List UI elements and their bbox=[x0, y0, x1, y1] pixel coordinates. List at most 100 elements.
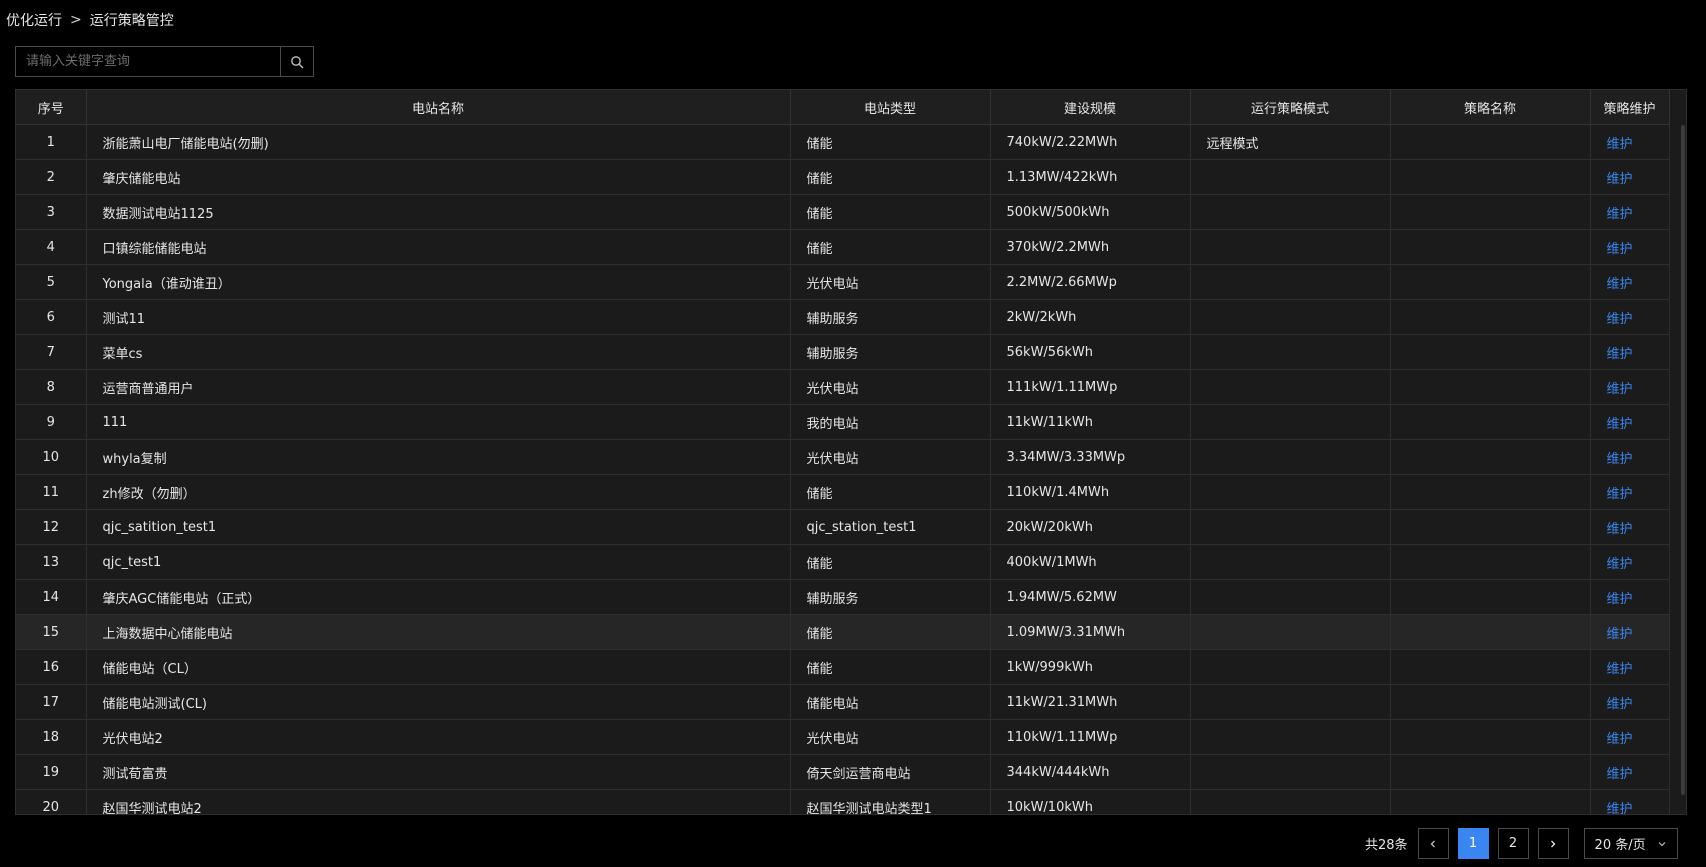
maintain-link[interactable]: 维护 bbox=[1607, 242, 1633, 257]
page-size-select[interactable]: 20 条/页 bbox=[1583, 828, 1678, 859]
table-cell-policy-name bbox=[1390, 404, 1591, 440]
table-cell-policy-name bbox=[1390, 474, 1591, 510]
maintain-link[interactable]: 维护 bbox=[1607, 382, 1633, 397]
table-cell-policy-name bbox=[1390, 439, 1591, 475]
breadcrumb-root[interactable]: 优化运行 bbox=[6, 10, 62, 30]
table-cell-station-name: whyla复制 bbox=[86, 439, 791, 475]
table-cell-station-name: qjc_test1 bbox=[86, 544, 791, 580]
chevron-right-icon bbox=[1551, 840, 1556, 847]
chevron-left-icon bbox=[1430, 840, 1436, 847]
table-cell-strategy-mode: 远程模式 bbox=[1190, 124, 1391, 160]
table-scrollbar[interactable] bbox=[1681, 125, 1685, 795]
table-cell-maintain-link: 维护 bbox=[1590, 614, 1670, 650]
maintain-link[interactable]: 维护 bbox=[1607, 522, 1633, 537]
table-cell-strategy-mode bbox=[1190, 649, 1391, 685]
table-cell-row-index: 5 bbox=[16, 264, 87, 300]
table-row[interactable]: 12 qjc_satition_test1 qjc_station_test1 20k… bbox=[16, 509, 1670, 545]
search-button[interactable] bbox=[280, 47, 313, 76]
table-row[interactable]: 6 测试11 辅助服务 2kW/2kWh 维护 bbox=[16, 299, 1670, 335]
maintain-link[interactable]: 维护 bbox=[1607, 312, 1633, 327]
table-row[interactable]: 3 数据测试电站1125 储能 500kW/500kWh 维护 bbox=[16, 194, 1670, 230]
page-button-2[interactable]: 2 bbox=[1497, 828, 1529, 859]
table-cell-station-type: 光伏电站 bbox=[790, 264, 991, 300]
table-cell-station-type: 赵国华测试电站类型1 bbox=[790, 789, 991, 814]
table-row[interactable]: 14 肇庆AGC储能电站（正式） 辅助服务 1.94MW/5.62MW 维护 bbox=[16, 579, 1670, 615]
table-row[interactable]: 10 whyla复制 光伏电站 3.34MW/3.33MWp 维护 bbox=[16, 439, 1670, 475]
table-cell-strategy-mode bbox=[1190, 159, 1391, 195]
table-cell-strategy-mode bbox=[1190, 719, 1391, 755]
header-scale: 建设规模 bbox=[990, 90, 1191, 125]
table-cell-station-name: 运营商普通用户 bbox=[86, 369, 791, 405]
table-row[interactable]: 18 光伏电站2 光伏电站 110kW/1.11MWp 维护 bbox=[16, 719, 1670, 755]
header-maintenance: 策略维护 bbox=[1590, 90, 1670, 125]
maintain-link[interactable]: 维护 bbox=[1607, 487, 1633, 502]
table-cell-policy-name bbox=[1390, 754, 1591, 790]
table-cell-station-name: 111 bbox=[86, 404, 791, 440]
table-cell-strategy-mode bbox=[1190, 754, 1391, 790]
maintain-link[interactable]: 维护 bbox=[1607, 557, 1633, 572]
table-cell-station-name: 口镇综能储能电站 bbox=[86, 229, 791, 265]
table-row[interactable]: 4 口镇综能储能电站 储能 370kW/2.2MWh 维护 bbox=[16, 229, 1670, 265]
table-cell-strategy-mode bbox=[1190, 614, 1391, 650]
table-cell-policy-name bbox=[1390, 719, 1591, 755]
search-input[interactable] bbox=[16, 47, 280, 76]
maintain-link[interactable]: 维护 bbox=[1607, 697, 1633, 712]
table-row[interactable]: 20 赵国华测试电站2 赵国华测试电站类型1 10kW/10kWh 维护 bbox=[16, 789, 1670, 815]
table-cell-station-scale: 500kW/500kWh bbox=[990, 194, 1191, 230]
table-cell-station-scale: 1kW/999kWh bbox=[990, 649, 1191, 685]
maintain-link[interactable]: 维护 bbox=[1607, 277, 1633, 292]
table-cell-maintain-link: 维护 bbox=[1590, 159, 1670, 195]
maintain-link[interactable]: 维护 bbox=[1607, 417, 1633, 432]
table-cell-station-name: 储能电站（CL） bbox=[86, 649, 791, 685]
page-button-1[interactable]: 1 bbox=[1457, 828, 1489, 859]
table-cell-policy-name bbox=[1390, 649, 1591, 685]
maintain-link[interactable]: 维护 bbox=[1607, 767, 1633, 782]
table-row[interactable]: 9 111 我的电站 11kW/11kWh 维护 bbox=[16, 404, 1670, 440]
table-cell-station-type: 储能电站 bbox=[790, 684, 991, 720]
table-row[interactable]: 16 储能电站（CL） 储能 1kW/999kWh 维护 bbox=[16, 649, 1670, 685]
table-row[interactable]: 2 肇庆储能电站 储能 1.13MW/422kWh 维护 bbox=[16, 159, 1670, 195]
maintain-link[interactable]: 维护 bbox=[1607, 207, 1633, 222]
maintain-link[interactable]: 维护 bbox=[1607, 662, 1633, 677]
maintain-link[interactable]: 维护 bbox=[1607, 592, 1633, 607]
table-cell-policy-name bbox=[1390, 299, 1591, 335]
table-cell-station-type: 我的电站 bbox=[790, 404, 991, 440]
maintain-link[interactable]: 维护 bbox=[1607, 347, 1633, 362]
table-row[interactable]: 11 zh修改（勿删） 储能 110kW/1.4MWh 维护 bbox=[16, 474, 1670, 510]
table-cell-station-type: 倚天剑运营商电站 bbox=[790, 754, 991, 790]
table-cell-strategy-mode bbox=[1190, 299, 1391, 335]
table-cell-station-scale: 1.09MW/3.31MWh bbox=[990, 614, 1191, 650]
maintain-link[interactable]: 维护 bbox=[1607, 137, 1633, 152]
table-row[interactable]: 13 qjc_test1 储能 400kW/1MWh 维护 bbox=[16, 544, 1670, 580]
table-row[interactable]: 7 菜单cs 辅助服务 56kW/56kWh 维护 bbox=[16, 334, 1670, 370]
table-cell-row-index: 8 bbox=[16, 369, 87, 405]
next-page-button[interactable] bbox=[1537, 828, 1569, 859]
table-cell-station-name: 浙能萧山电厂储能电站(勿删) bbox=[86, 124, 791, 160]
table-cell-station-name: zh修改（勿删） bbox=[86, 474, 791, 510]
table-cell-maintain-link: 维护 bbox=[1590, 369, 1670, 405]
table-row[interactable]: 1 浙能萧山电厂储能电站(勿删) 储能 740kW/2.22MWh 远程模式 维护 bbox=[16, 124, 1670, 160]
table-cell-maintain-link: 维护 bbox=[1590, 649, 1670, 685]
table-cell-station-type: 光伏电站 bbox=[790, 719, 991, 755]
table-cell-station-type: 光伏电站 bbox=[790, 369, 991, 405]
table-row[interactable]: 5 Yongala（谁动谁丑） 光伏电站 2.2MW/2.66MWp 维护 bbox=[16, 264, 1670, 300]
table-cell-policy-name bbox=[1390, 509, 1591, 545]
table-cell-policy-name bbox=[1390, 264, 1591, 300]
maintain-link[interactable]: 维护 bbox=[1607, 802, 1633, 815]
table-row[interactable]: 19 测试荀富贵 倚天剑运营商电站 344kW/444kWh 维护 bbox=[16, 754, 1670, 790]
table-cell-policy-name bbox=[1390, 789, 1591, 814]
maintain-link[interactable]: 维护 bbox=[1607, 732, 1633, 747]
maintain-link[interactable]: 维护 bbox=[1607, 627, 1633, 642]
station-table: 序号 电站名称 电站类型 建设规模 运行策略模式 策略名称 策略维护 1 浙能萧山电厂储能电站… bbox=[15, 89, 1687, 815]
maintain-link[interactable]: 维护 bbox=[1607, 172, 1633, 187]
table-cell-station-scale: 2kW/2kWh bbox=[990, 299, 1191, 335]
prev-page-button[interactable] bbox=[1417, 828, 1449, 859]
table-cell-station-type: 辅助服务 bbox=[790, 299, 991, 335]
table-row[interactable]: 17 储能电站测试(CL) 储能电站 11kW/21.31MWh 维护 bbox=[16, 684, 1670, 720]
table-row[interactable]: 8 运营商普通用户 光伏电站 111kW/1.11MWp 维护 bbox=[16, 369, 1670, 405]
table-row[interactable]: 15 上海数据中心储能电站 储能 1.09MW/3.31MWh 维护 bbox=[16, 614, 1670, 650]
table-cell-station-scale: 740kW/2.22MWh bbox=[990, 124, 1191, 160]
maintain-link[interactable]: 维护 bbox=[1607, 452, 1633, 467]
table-cell-row-index: 17 bbox=[16, 684, 87, 720]
table-cell-strategy-mode bbox=[1190, 334, 1391, 370]
